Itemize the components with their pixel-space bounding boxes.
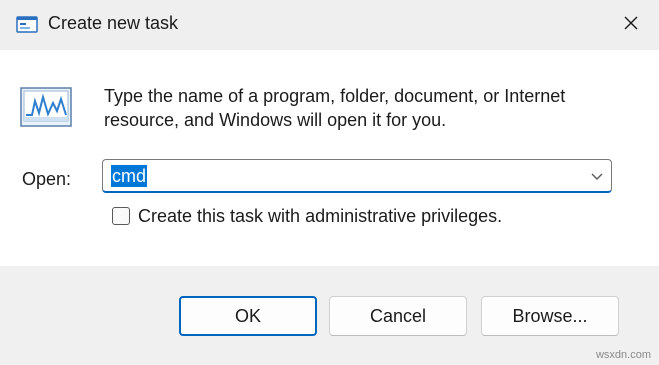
run-program-icon <box>20 87 72 127</box>
admin-privileges-checkbox[interactable] <box>112 207 130 225</box>
watermark: wsxdn.com <box>595 349 651 361</box>
title-bar[interactable]: Create new task <box>0 0 659 50</box>
dialog-content: Type the name of a program, folder, docu… <box>0 50 659 266</box>
button-bar: OK Cancel Browse... wsxdn.com <box>0 266 659 365</box>
open-label: Open: <box>22 169 72 189</box>
close-button[interactable] <box>611 6 651 44</box>
ok-button[interactable]: OK <box>179 296 317 336</box>
run-dialog-icon <box>16 14 38 36</box>
admin-privileges-option[interactable]: Create this task with administrative pri… <box>112 205 502 227</box>
chevron-down-icon[interactable] <box>589 168 605 184</box>
admin-privileges-label[interactable]: Create this task with administrative pri… <box>138 206 502 227</box>
cancel-button[interactable]: Cancel <box>329 296 467 336</box>
create-new-task-dialog: Create new task Type the name of a progr… <box>0 0 659 365</box>
description-text: Type the name of a program, folder, docu… <box>104 86 566 130</box>
window-title: Create new task <box>48 13 179 33</box>
close-icon <box>623 15 639 36</box>
open-combobox[interactable]: cmd <box>102 159 612 193</box>
open-input[interactable]: cmd <box>111 165 148 187</box>
browse-button[interactable]: Browse... <box>481 296 619 336</box>
